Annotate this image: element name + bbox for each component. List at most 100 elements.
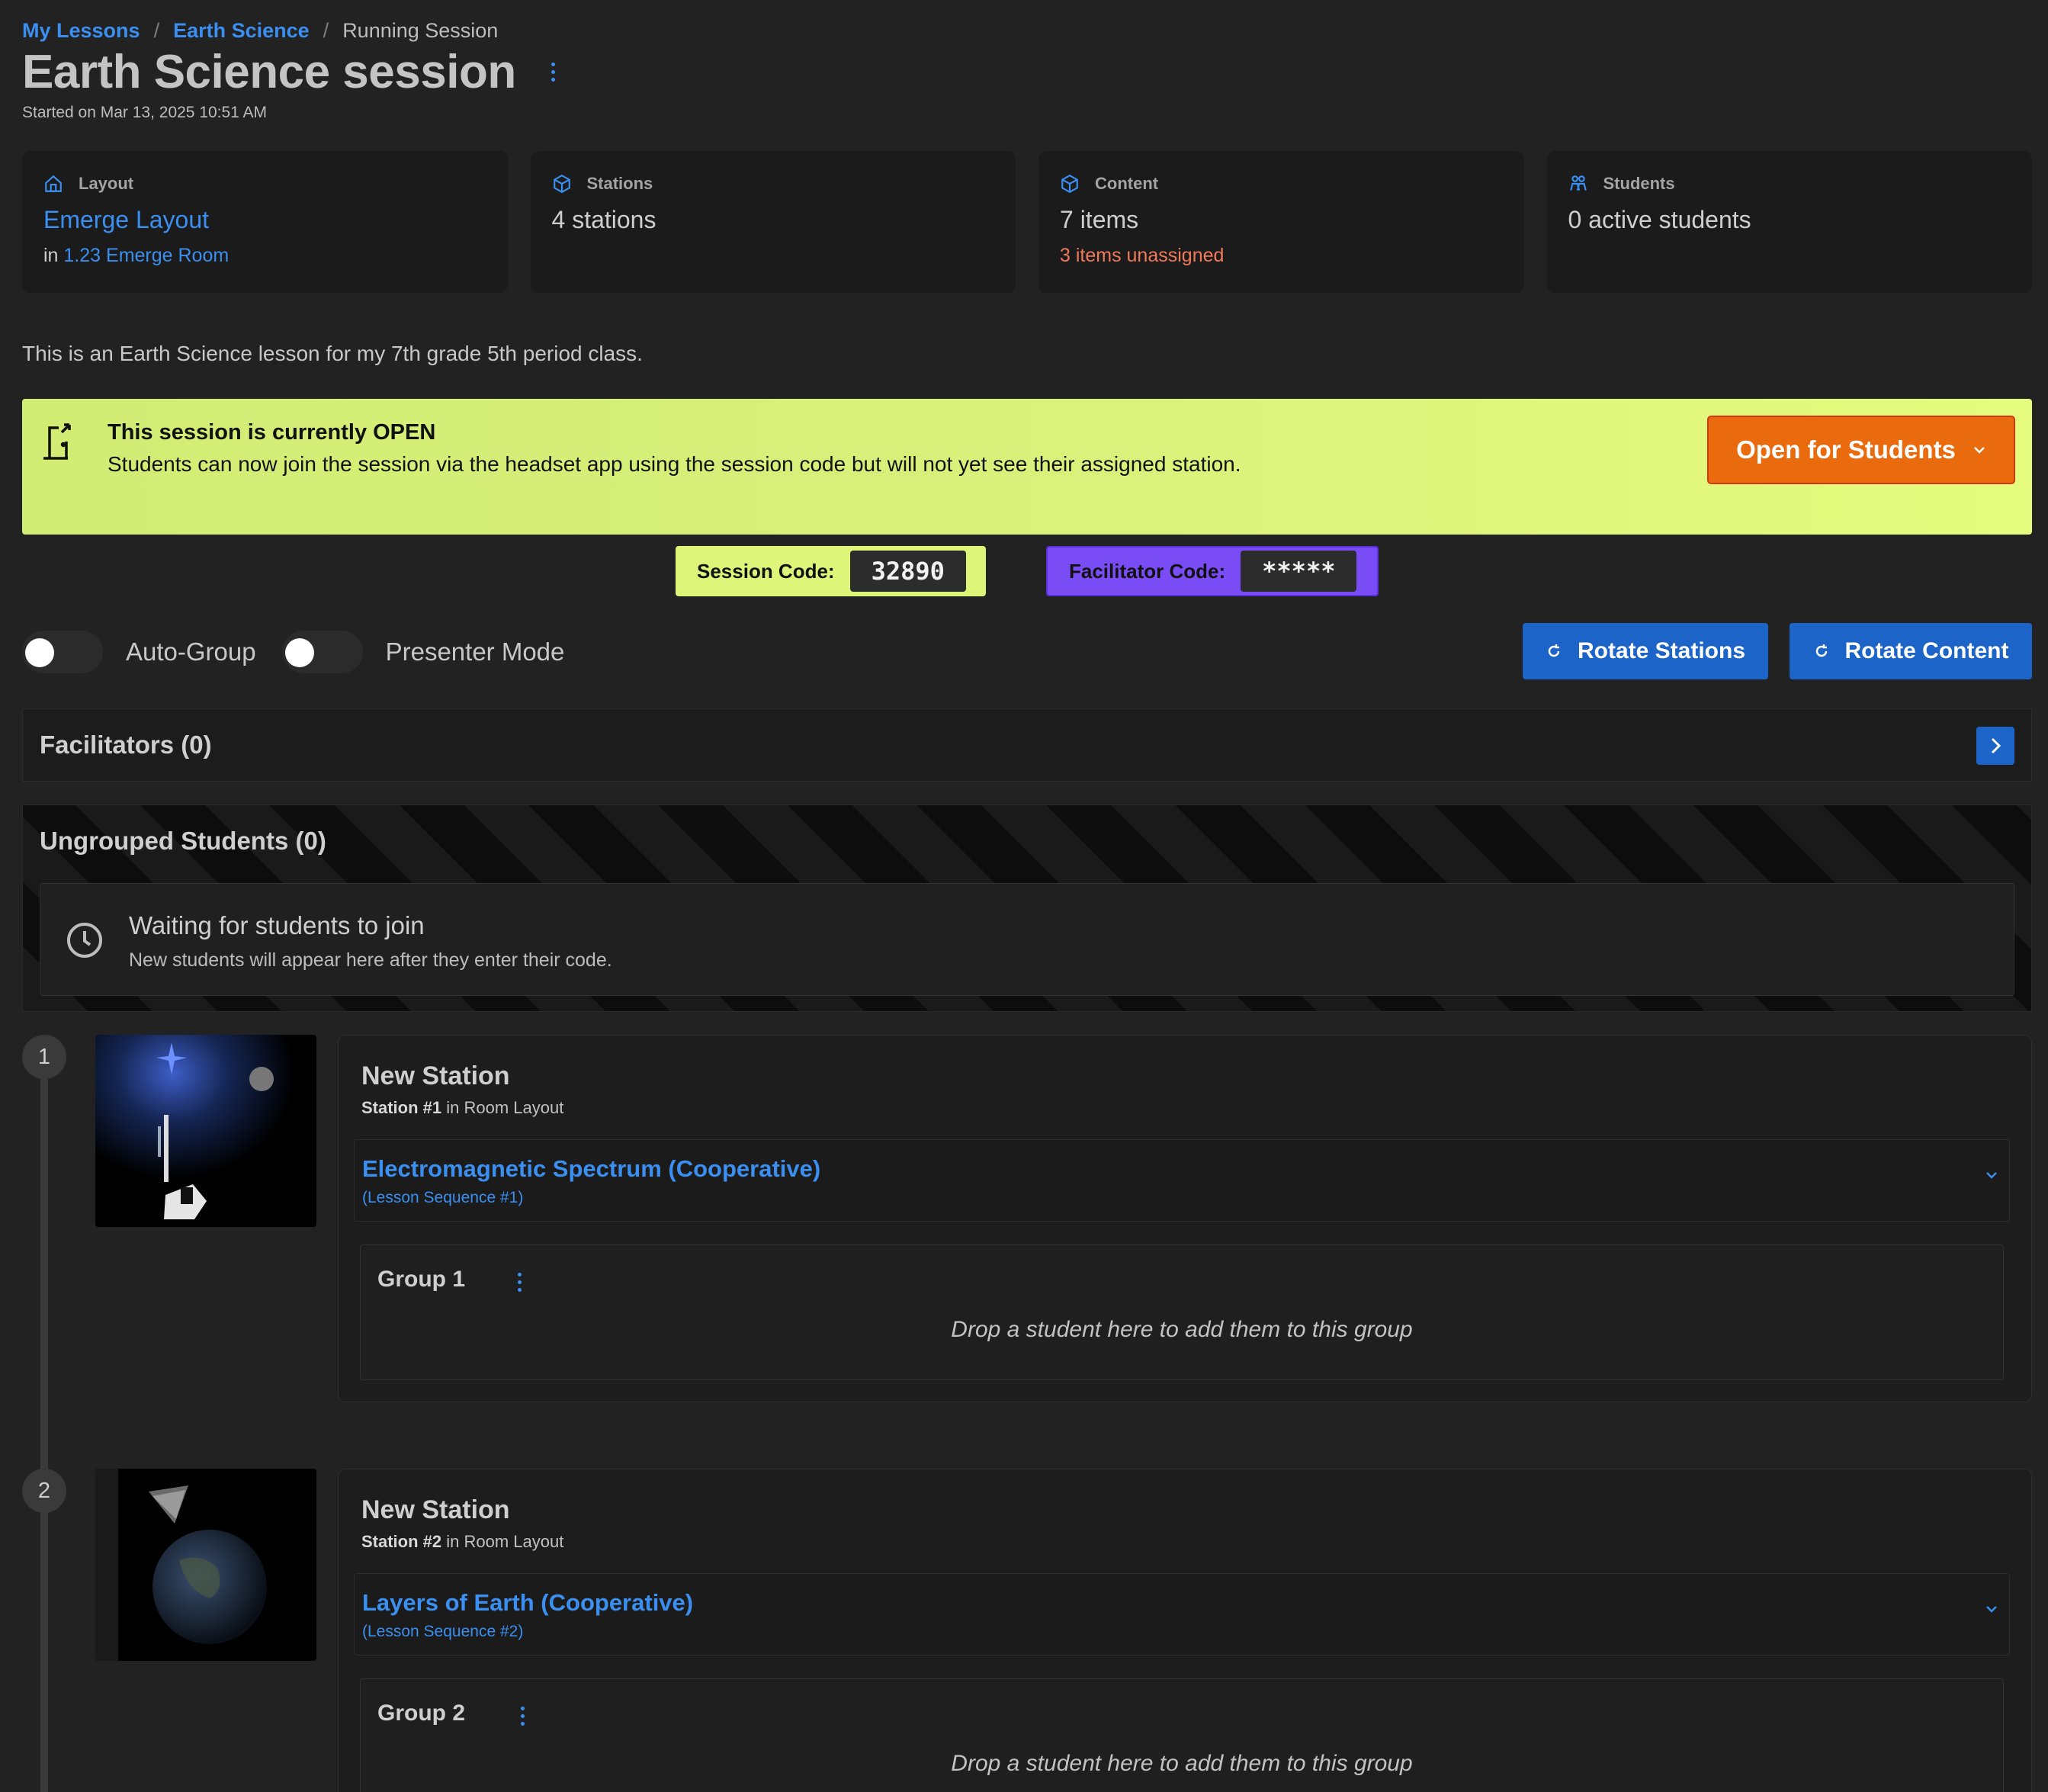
presenter-mode-label: Presenter Mode: [385, 637, 565, 666]
content-sequence: (Lesson Sequence #2): [362, 1623, 524, 1640]
users-icon: [1569, 175, 1587, 191]
station-step-number: 2: [22, 1469, 66, 1513]
station-content-dropdown[interactable]: Layers of Earth (Cooperative) (Lesson Se…: [354, 1573, 2010, 1656]
title-row: Earth Science session: [22, 44, 560, 99]
presenter-mode-toggle[interactable]: [281, 631, 363, 673]
rotate-content-button[interactable]: Rotate Content: [1790, 623, 2032, 679]
station-thumbnail: [95, 1469, 316, 1661]
session-code: Session Code: 32890: [676, 546, 986, 596]
active-students: 0 active students: [1568, 206, 1751, 233]
station-layout: in Room Layout: [446, 1532, 564, 1551]
auto-group-label: Auto-Group: [126, 637, 256, 666]
breadcrumb-separator: /: [153, 18, 160, 42]
toggle-knob: [284, 638, 314, 667]
expand-facilitators-button[interactable]: [1976, 727, 2014, 765]
group-menu-icon[interactable]: [513, 1270, 526, 1295]
room-prefix: in: [43, 245, 59, 266]
station-meta: Station #1 in Room Layout: [361, 1098, 563, 1118]
stations-card-label: Stations: [586, 174, 653, 193]
station-meta: Station #2 in Room Layout: [361, 1532, 563, 1552]
students-card: Students 0 active students: [1546, 151, 2032, 293]
stations-card: Stations 4 stations: [530, 151, 1016, 293]
breadcrumb-current: Running Session: [342, 18, 499, 42]
open-for-students-label: Open for Students: [1736, 435, 1956, 464]
facilitators-title: Facilitators (0): [40, 731, 212, 759]
room-link[interactable]: 1.23 Emerge Room: [63, 245, 229, 266]
station-layout: in Room Layout: [446, 1098, 564, 1117]
students-card-label: Students: [1603, 174, 1675, 193]
refresh-icon: [1815, 644, 1827, 657]
auto-group-toggle[interactable]: [22, 631, 103, 673]
page-title: Earth Science session: [22, 45, 516, 98]
station-card: New Station Station #2 in Room Layout La…: [338, 1469, 2032, 1792]
breadcrumb-separator: /: [323, 18, 329, 42]
facilitator-code: Facilitator Code: *****: [1046, 546, 1379, 596]
ungrouped-title: Ungrouped Students (0): [40, 827, 326, 855]
running-session-page: My Lessons / Earth Science / Running Ses…: [22, 0, 2032, 1792]
session-code-value[interactable]: 32890: [849, 551, 966, 592]
breadcrumb: My Lessons / Earth Science / Running Ses…: [22, 17, 498, 44]
rotate-stations-label: Rotate Stations: [1577, 638, 1746, 663]
rotate-content-label: Rotate Content: [1844, 638, 2009, 663]
cube-icon: [1061, 174, 1078, 194]
group-name: Group 2: [377, 1700, 466, 1726]
session-code-label: Session Code:: [697, 559, 835, 583]
toggle-knob: [25, 638, 54, 667]
door-exit-icon: [43, 423, 71, 460]
station-number: Station #2: [361, 1532, 442, 1551]
group-drop-zone[interactable]: Group 2 Drop a student here to add them …: [360, 1678, 2004, 1792]
lesson-description: This is an Earth Science lesson for my 7…: [22, 342, 643, 365]
station-name: New Station: [361, 1061, 510, 1090]
clock-icon: [67, 923, 102, 958]
group-drop-zone[interactable]: Group 1 Drop a student here to add them …: [360, 1244, 2004, 1380]
waiting-message: Waiting for students to join New student…: [40, 883, 2014, 996]
cube-icon: [553, 174, 570, 194]
started-timestamp: Started on Mar 13, 2025 10:51 AM: [22, 104, 268, 121]
chevron-right-icon: [1991, 737, 2001, 754]
banner-body: Students can now join the session via th…: [108, 452, 1241, 476]
facilitator-code-value[interactable]: *****: [1241, 551, 1357, 592]
summary-cards: Layout Emerge Layout in 1.23 Emerge Room…: [22, 151, 2032, 293]
facilitators-panel: Facilitators (0): [22, 708, 2032, 782]
layout-room: in 1.23 Emerge Room: [43, 245, 486, 267]
station-content-dropdown[interactable]: Electromagnetic Spectrum (Cooperative) (…: [354, 1139, 2010, 1222]
content-card: Content 7 items 3 items unassigned: [1038, 151, 1524, 293]
rotate-stations-button[interactable]: Rotate Stations: [1523, 623, 1768, 679]
timeline-line: [40, 1052, 48, 1792]
chevron-down-icon: [1986, 1172, 1997, 1179]
home-icon: [45, 175, 62, 192]
refresh-icon: [1548, 644, 1560, 657]
layout-card-label: Layout: [79, 174, 134, 193]
layout-card: Layout Emerge Layout in 1.23 Emerge Room: [22, 151, 508, 293]
drop-hint: Drop a student here to add them to this …: [951, 1751, 1413, 1776]
drop-hint: Drop a student here to add them to this …: [951, 1317, 1413, 1342]
unassigned-warning: 3 items unassigned: [1060, 245, 1225, 266]
banner-title: This session is currently OPEN: [108, 420, 436, 445]
waiting-subtitle: New students will appear here after they…: [129, 949, 612, 971]
station-card: New Station Station #1 in Room Layout El…: [338, 1035, 2032, 1402]
content-title: Layers of Earth (Cooperative): [362, 1589, 694, 1616]
group-menu-icon[interactable]: [516, 1704, 529, 1729]
station-step-number: 1: [22, 1035, 66, 1079]
stations-count: 4 stations: [551, 206, 656, 233]
chevron-down-icon: [1986, 1606, 1997, 1613]
station-thumbnail: [95, 1035, 316, 1227]
breadcrumb-earth-science[interactable]: Earth Science: [173, 19, 310, 43]
group-name: Group 1: [377, 1267, 466, 1292]
content-card-label: Content: [1095, 174, 1159, 193]
facilitator-code-label: Facilitator Code:: [1069, 559, 1226, 583]
station-name: New Station: [361, 1495, 510, 1524]
layout-link[interactable]: Emerge Layout: [43, 206, 486, 234]
chevron-down-icon: [1974, 447, 1985, 454]
ungrouped-students-panel: Ungrouped Students (0) Waiting for stude…: [22, 804, 2032, 1012]
station-number: Station #1: [361, 1098, 442, 1117]
content-sequence: (Lesson Sequence #1): [362, 1189, 524, 1206]
content-title: Electromagnetic Spectrum (Cooperative): [362, 1155, 821, 1182]
session-toggles: Auto-Group Presenter Mode: [22, 630, 590, 674]
session-menu-icon[interactable]: [547, 59, 560, 85]
session-status-banner: This session is currently OPEN Students …: [22, 399, 2032, 535]
open-for-students-button[interactable]: Open for Students: [1707, 416, 2015, 484]
content-count: 7 items: [1060, 206, 1139, 233]
waiting-title: Waiting for students to join: [129, 911, 425, 939]
breadcrumb-my-lessons[interactable]: My Lessons: [22, 19, 140, 43]
